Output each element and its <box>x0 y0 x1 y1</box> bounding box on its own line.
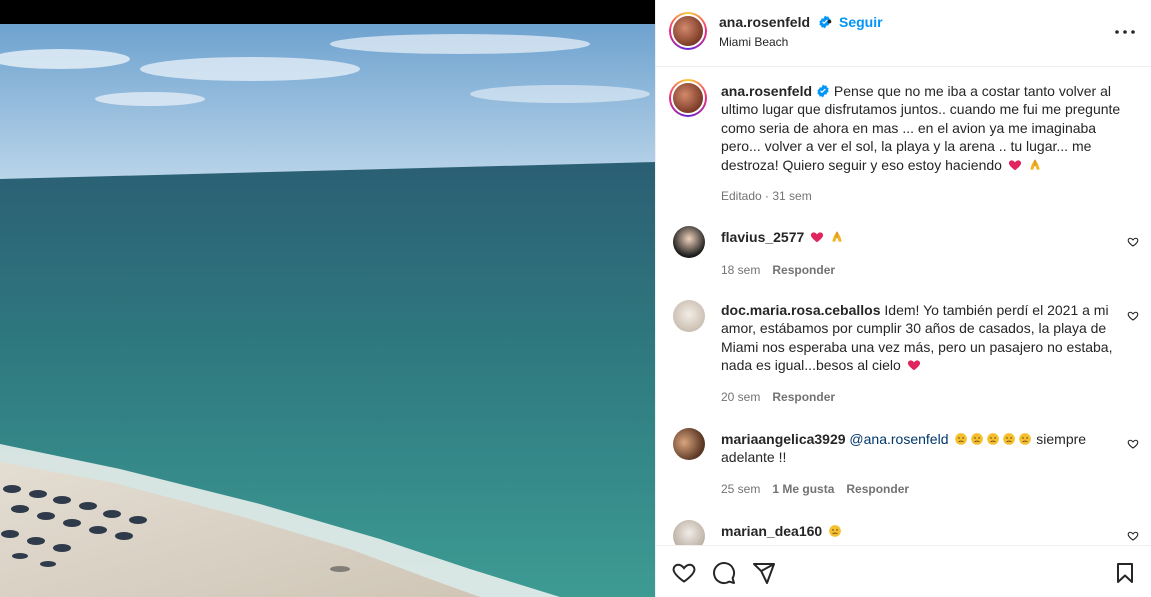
mention-link[interactable]: @ana.rosenfeld <box>849 431 948 447</box>
folded-hands-emoji-icon <box>832 231 842 242</box>
comment-text: marian_dea160 <box>721 522 1121 540</box>
crying-face-emoji-icon <box>829 525 841 537</box>
red-heart-emoji-icon <box>811 232 824 243</box>
comment-time: 20 sem <box>721 390 761 404</box>
comment-username[interactable]: flavius_2577 <box>721 229 804 245</box>
author-avatar[interactable] <box>669 12 707 50</box>
location-link[interactable]: Miami Beach <box>719 35 788 49</box>
comment-text: mariaangelica3929 @ana.rosenfeld siempre… <box>721 430 1121 467</box>
crying-face-emoji-icon <box>955 433 968 445</box>
post-header: ana.rosenfeld • Seguir Miami Beach <box>656 0 1151 67</box>
comment-meta: 25 sem 1 Me gusta Responder <box>721 482 921 496</box>
comment-likes[interactable]: 1 Me gusta <box>772 482 834 496</box>
author-username-text[interactable]: ana.rosenfeld <box>719 14 810 30</box>
follow-button[interactable]: Seguir <box>839 14 883 30</box>
more-options-icon[interactable] <box>1113 24 1137 40</box>
comment-time: 18 sem <box>721 263 761 277</box>
verified-badge-icon <box>817 84 829 98</box>
caption-meta: Editado · 31 sem <box>721 189 812 203</box>
bookmark-icon[interactable] <box>1113 561 1137 585</box>
commenter-avatar[interactable] <box>673 300 705 332</box>
like-comment-heart-icon[interactable] <box>1127 438 1139 450</box>
share-icon[interactable] <box>752 561 776 585</box>
caption-avatar[interactable] <box>669 79 707 117</box>
caption-text: ana.rosenfeld Pense que no me iba a cost… <box>721 82 1121 174</box>
folded-hands-emoji-icon <box>1030 159 1040 170</box>
reply-button[interactable]: Responder <box>846 482 909 496</box>
author-username[interactable]: ana.rosenfeld <box>719 14 832 30</box>
comment-icon[interactable] <box>712 561 736 585</box>
like-comment-heart-icon[interactable] <box>1127 530 1139 542</box>
crying-face-emoji-icon <box>971 433 984 445</box>
comment-meta: 18 sem Responder <box>721 263 847 277</box>
comment-time: 25 sem <box>721 482 761 496</box>
commenter-avatar[interactable] <box>673 226 705 258</box>
heart-icon[interactable] <box>672 561 696 585</box>
crying-face-emoji-icon <box>1019 433 1032 445</box>
crying-face-emoji-icon <box>1003 433 1016 445</box>
red-heart-emoji-icon <box>907 360 920 371</box>
comment-meta: 20 sem Responder <box>721 390 847 404</box>
comment-text: doc.maria.rosa.ceballos Idem! Yo también… <box>721 301 1121 375</box>
commenter-avatar[interactable] <box>673 428 705 460</box>
like-comment-heart-icon[interactable] <box>1127 310 1139 322</box>
beach-photo <box>0 24 655 597</box>
reply-button[interactable]: Responder <box>772 263 835 277</box>
crying-face-emoji-icon <box>987 433 1000 445</box>
action-bar <box>656 545 1151 597</box>
caption-username[interactable]: ana.rosenfeld <box>721 83 812 99</box>
comment-text: flavius_2577 <box>721 228 1121 246</box>
comments-list[interactable]: ana.rosenfeld Pense que no me iba a cost… <box>656 68 1151 545</box>
red-heart-emoji-icon <box>1008 159 1021 170</box>
separator-dot: • <box>827 13 832 29</box>
commenter-avatar[interactable] <box>673 520 705 545</box>
comment-username[interactable]: mariaangelica3929 <box>721 431 846 447</box>
like-comment-heart-icon[interactable] <box>1127 236 1139 248</box>
post-media <box>0 0 655 597</box>
comment-username[interactable]: doc.maria.rosa.ceballos <box>721 302 881 318</box>
comment-username[interactable]: marian_dea160 <box>721 523 822 539</box>
reply-button[interactable]: Responder <box>772 390 835 404</box>
post-panel: ana.rosenfeld • Seguir Miami Beach ana.r… <box>655 0 1151 597</box>
